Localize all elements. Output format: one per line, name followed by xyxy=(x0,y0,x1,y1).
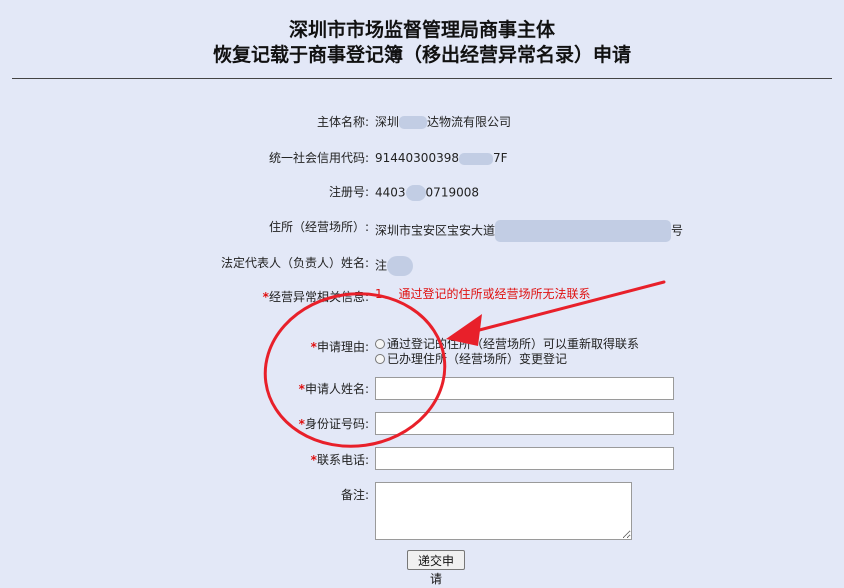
annotation-arrow-head xyxy=(446,314,482,346)
annotation-overlay xyxy=(263,280,666,448)
annotation-arrow-shaft xyxy=(462,280,666,336)
annotation-circle xyxy=(263,292,447,448)
